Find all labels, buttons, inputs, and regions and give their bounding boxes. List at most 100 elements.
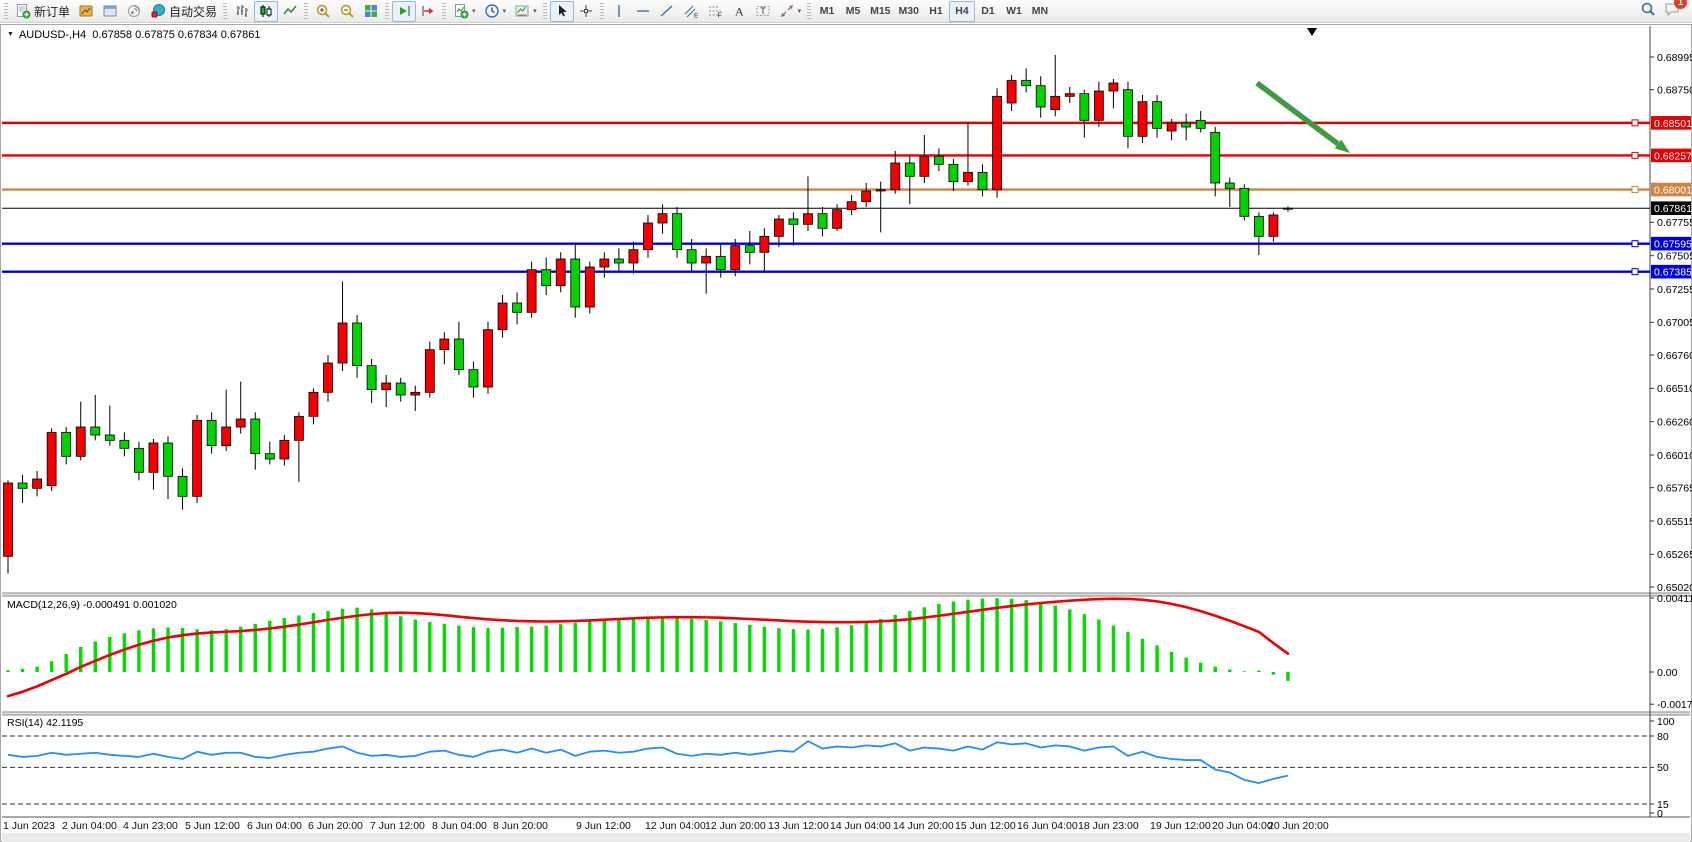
hline-handle[interactable] [1632, 187, 1638, 193]
macd-histogram-bar [544, 626, 547, 672]
chevron-down-icon[interactable]: ▾ [472, 8, 476, 15]
hline-handle[interactable] [1632, 152, 1638, 158]
arrows-button[interactable]: ▾ [775, 1, 806, 22]
time-axis-label: 8 Jun 20:00 [493, 820, 548, 832]
macd-histogram-bar [399, 616, 402, 672]
toolbar-drag-handle[interactable] [4, 3, 8, 19]
signals-button[interactable] [122, 1, 146, 22]
hline-handle[interactable] [1632, 241, 1638, 247]
crosshair-button[interactable] [574, 1, 598, 22]
macd-histogram-bar [1243, 671, 1246, 672]
templates-button[interactable]: ▾ [510, 1, 541, 22]
macd-tick-label: 0.00 [1657, 667, 1678, 679]
line-chart-button[interactable] [278, 1, 302, 22]
text-button[interactable]: A [727, 1, 751, 22]
rsi-indicator-label: RSI(14) 42.1195 [7, 717, 83, 729]
candle-body [687, 250, 696, 263]
tf-m1[interactable]: M1 [814, 1, 840, 22]
search-button[interactable] [1640, 1, 1656, 22]
macd-histogram-bar [704, 620, 707, 672]
tf-d1[interactable]: D1 [975, 1, 1001, 22]
collapse-triangle-icon[interactable] [7, 29, 19, 41]
candle-body [993, 96, 1002, 189]
chart-window-button[interactable] [74, 1, 98, 22]
time-axis-label: 12 Jun 04:00 [645, 820, 706, 832]
candle-body [163, 443, 172, 476]
macd-histogram-bar [414, 620, 417, 672]
toolbar-drag-handle[interactable] [304, 3, 308, 19]
chevron-down-icon[interactable]: ▾ [798, 8, 802, 15]
hline-handle[interactable] [1632, 120, 1638, 126]
toolbar-right: 1 [1640, 1, 1690, 22]
candle-body [280, 440, 289, 459]
chevron-down-icon[interactable]: ▾ [533, 8, 537, 15]
tf-m30[interactable]: M30 [895, 1, 923, 22]
vertical-line-button[interactable] [607, 1, 631, 22]
horizontal-line-button[interactable] [631, 1, 655, 22]
toolbar-drag-handle[interactable] [223, 3, 227, 19]
tf-w1[interactable]: W1 [1001, 1, 1027, 22]
toolbar-drag-handle[interactable] [543, 3, 547, 19]
terminal-button[interactable] [98, 1, 122, 22]
chart-canvas[interactable]: 0.685010.682570.680010.678610.675950.673… [0, 24, 1692, 842]
time-axis-label: 9 Jun 12:00 [576, 820, 631, 832]
candle-body [425, 350, 434, 393]
symbol-ohlc-text: AUDUSD-,H4 0.67858 0.67875 0.67834 0.678… [19, 29, 261, 41]
candle-body [920, 156, 929, 176]
notification-badge: 1 [1674, 0, 1687, 9]
new-order-button[interactable]: 新订单 [11, 1, 74, 22]
toolbar-drag-handle[interactable] [807, 3, 811, 19]
channel-button[interactable]: E [679, 1, 703, 22]
toolbar-group-scroll [392, 0, 440, 22]
toolbar-drag-handle[interactable] [442, 3, 446, 19]
tf-m5[interactable]: M5 [840, 1, 866, 22]
candlestick-button[interactable] [254, 1, 278, 22]
zoom-out-button[interactable] [335, 1, 359, 22]
notifications-button[interactable]: 1 [1664, 1, 1680, 22]
label-button[interactable]: T [751, 1, 775, 22]
tile-windows-button[interactable] [359, 1, 383, 22]
hline-handle[interactable] [1632, 269, 1638, 275]
fibonacci-button[interactable]: F [703, 1, 727, 22]
periods-button[interactable]: ▾ [480, 1, 511, 22]
trendline-button[interactable] [655, 1, 679, 22]
chevron-down-icon[interactable]: ▾ [503, 8, 507, 15]
macd-histogram-bar [806, 630, 809, 672]
bar-chart-button[interactable] [230, 1, 254, 22]
chart-shift-button[interactable] [416, 1, 440, 22]
candle-body [978, 172, 987, 189]
tf-m15[interactable]: M15 [866, 1, 894, 22]
price-tick-label: 0.66010 [1657, 450, 1692, 462]
macd-histogram-bar [675, 618, 678, 672]
toolbar-drag-handle[interactable] [600, 3, 604, 19]
tf-mn[interactable]: MN [1027, 1, 1053, 22]
candle-body [1182, 123, 1191, 127]
auto-scroll-button[interactable] [392, 1, 416, 22]
auto-scroll-icon [396, 3, 412, 19]
toolbar-drag-handle[interactable] [385, 3, 389, 19]
candle-body [1080, 94, 1089, 121]
tile-windows-icon [363, 3, 379, 19]
candle-body [367, 366, 376, 390]
cursor-button[interactable] [550, 1, 574, 22]
tf-m30-label: M30 [899, 5, 919, 17]
candle-body [1051, 96, 1060, 109]
macd-histogram-bar [64, 654, 67, 672]
indicators-button[interactable]: ▾ [449, 1, 480, 22]
candle-body [236, 419, 245, 427]
autotrading-button[interactable]: 自动交易 [146, 1, 221, 22]
price-tick-label: 0.65515 [1657, 516, 1692, 528]
macd-histogram-bar [1199, 663, 1202, 672]
rsi-tick-label: 50 [1657, 762, 1669, 774]
zoom-in-button[interactable] [311, 1, 335, 22]
tf-w1-label: W1 [1006, 5, 1022, 17]
time-axis[interactable]: 1 Jun 20232 Jun 04:004 Jun 23:005 Jun 12… [3, 820, 1329, 832]
candle-body [600, 259, 609, 267]
macd-histogram-bar [661, 618, 664, 672]
time-axis-label: 16 Jun 04:00 [1017, 820, 1078, 832]
label-icon: T [755, 3, 771, 19]
tf-h4[interactable]: H4 [949, 1, 975, 22]
tf-h1[interactable]: H1 [923, 1, 949, 22]
candle-body [949, 164, 958, 181]
zoom-in-icon [315, 3, 331, 19]
